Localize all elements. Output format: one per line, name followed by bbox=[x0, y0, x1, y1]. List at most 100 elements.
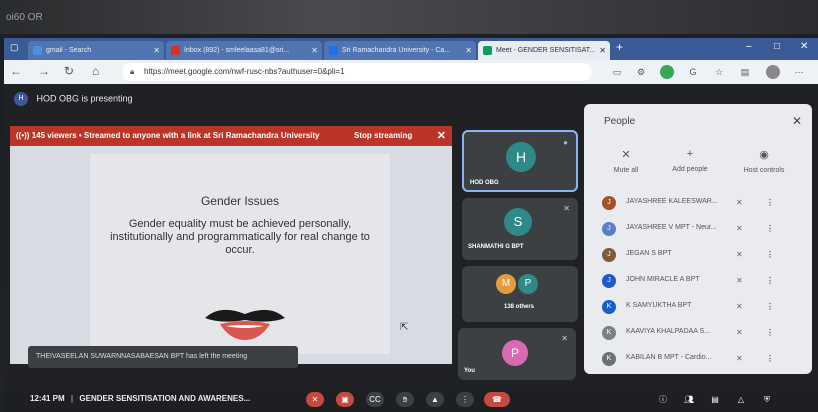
captions-button[interactable]: CC bbox=[366, 392, 384, 407]
close-panel-icon[interactable]: ✕ bbox=[792, 114, 802, 128]
activities-icon[interactable]: △ bbox=[732, 392, 750, 407]
mic-off-icon[interactable]: ✕ bbox=[736, 250, 743, 259]
tile-name: 138 others bbox=[504, 304, 535, 310]
tile-name: You bbox=[464, 368, 475, 374]
mic-off-icon: ✕ bbox=[563, 204, 570, 213]
mic-off-icon[interactable]: ✕ bbox=[736, 276, 743, 285]
forward-icon[interactable]: → bbox=[38, 64, 50, 78]
close-tab-icon[interactable]: ✕ bbox=[153, 41, 160, 60]
more-menu-icon[interactable]: ⋯ bbox=[792, 65, 806, 79]
list-item[interactable]: K KABILAN B MPT - Cardio... ✕ ⋮ bbox=[600, 348, 800, 372]
tab-gmail-search[interactable]: gmail - Search ✕ bbox=[28, 41, 164, 60]
add-people-label: Add people bbox=[672, 166, 708, 173]
lock-icon[interactable]: ⛨ bbox=[758, 392, 776, 407]
presenting-text: HOD OBG is presenting bbox=[36, 93, 133, 104]
minimize-button[interactable]: – bbox=[746, 41, 752, 52]
people-icon[interactable]: 👥︎ bbox=[680, 392, 698, 407]
tab-actions-icon[interactable]: ▢ bbox=[10, 42, 19, 53]
close-tab-icon[interactable]: ✕ bbox=[599, 41, 606, 60]
back-icon[interactable]: ← bbox=[10, 64, 22, 78]
mouse-cursor-icon: ⇱ bbox=[400, 322, 409, 333]
maximize-button[interactable]: □ bbox=[774, 41, 780, 52]
close-tab-icon[interactable]: ✕ bbox=[311, 41, 318, 60]
add-people-button[interactable]: + Add people bbox=[660, 148, 720, 173]
presenter-avatar: H bbox=[14, 92, 28, 106]
more-options-icon[interactable]: ⋮ bbox=[766, 224, 774, 233]
avatar: P bbox=[502, 340, 528, 366]
host-controls-button[interactable]: ◉ Host controls bbox=[734, 148, 794, 174]
mute-all-button[interactable]: ✕ Mute all bbox=[596, 148, 656, 174]
mic-toggle-button[interactable]: ✕ bbox=[306, 392, 324, 407]
bottom-control-bar: 12:41 PM | GENDER SENSITISATION AND AWAR… bbox=[4, 386, 818, 412]
participant-name: JOHN MIRACLE A BPT bbox=[626, 276, 700, 283]
list-item[interactable]: J JAYASHREE V MPT - Neur... ✕ ⋮ bbox=[600, 218, 800, 242]
more-options-icon[interactable]: ⋮ bbox=[766, 250, 774, 259]
list-item[interactable]: K KAAVIYA KHALPADAA S... ✕ ⋮ bbox=[600, 322, 800, 346]
mic-off-icon: ✕ bbox=[621, 149, 631, 161]
stop-streaming-button[interactable]: Stop streaming bbox=[354, 126, 412, 146]
list-item[interactable]: K K SAMYUKTHA BPT ✕ ⋮ bbox=[600, 296, 800, 320]
participant-tile-shanmathi[interactable]: ✕ S SHANMATHI G BPT bbox=[462, 198, 578, 260]
mic-off-icon[interactable]: ✕ bbox=[736, 302, 743, 311]
close-tab-icon[interactable]: ✕ bbox=[465, 41, 472, 60]
more-options-icon[interactable]: ⋮ bbox=[766, 354, 774, 363]
new-tab-button[interactable]: + bbox=[616, 40, 623, 54]
camera-toggle-button[interactable]: ▣ bbox=[336, 392, 354, 407]
chat-icon[interactable]: ▤ bbox=[706, 392, 724, 407]
extension-icon[interactable]: ⚙ bbox=[634, 65, 648, 79]
mic-off-icon[interactable]: ✕ bbox=[736, 328, 743, 337]
tab-inbox[interactable]: Inbox (892) - smleelaasa81@sri... ✕ bbox=[166, 41, 322, 60]
avatar: H bbox=[506, 142, 536, 172]
favorites-icon[interactable]: ☆ bbox=[712, 65, 726, 79]
close-banner-icon[interactable]: ✕ bbox=[437, 126, 446, 146]
mic-off-icon[interactable]: ✕ bbox=[736, 354, 743, 363]
mute-all-label: Mute all bbox=[613, 167, 639, 174]
participant-tile-you[interactable]: ✕ P You bbox=[458, 328, 576, 380]
reader-icon[interactable]: ▭ bbox=[610, 65, 624, 79]
more-options-icon[interactable]: ⋮ bbox=[766, 198, 774, 207]
live-icon: ((•)) bbox=[16, 131, 30, 140]
presentation-slide: Gender Issues Gender equality must be ac… bbox=[10, 146, 452, 364]
tab-label: Inbox (892) - smleelaasa81@sri... bbox=[184, 47, 290, 54]
leave-call-button[interactable]: ☎ bbox=[484, 392, 510, 407]
participant-tile-others[interactable]: M P 138 others bbox=[462, 266, 578, 322]
lock-icon: 🔒︎ bbox=[130, 67, 135, 76]
participant-tile-hod-obg[interactable]: ● H HOD OBG bbox=[462, 130, 578, 192]
meet-favicon-icon bbox=[483, 46, 492, 55]
more-options-icon[interactable]: ⋮ bbox=[766, 302, 774, 311]
close-window-button[interactable]: ✕ bbox=[800, 41, 808, 52]
mustache-lips-illustration bbox=[205, 309, 285, 340]
info-icon[interactable]: ⓘ bbox=[654, 392, 672, 407]
tab-label: Meet - GENDER SENSITISAT... bbox=[496, 47, 596, 54]
participant-name: KAAVIYA KHALPADAA S... bbox=[626, 328, 711, 335]
extension-green-icon[interactable] bbox=[660, 65, 674, 79]
home-icon[interactable]: ⌂ bbox=[92, 64, 99, 78]
screen: oi60 OR ▢ gmail - Search ✕ Inbox (892) -… bbox=[0, 0, 818, 412]
url-bar[interactable]: 🔒︎ https://meet.google.com/nwf-rusc-nbs?… bbox=[122, 63, 592, 81]
tab-label: Sri Ramachandra University - Ca... bbox=[342, 47, 451, 54]
present-button[interactable]: ▲ bbox=[426, 392, 444, 407]
raise-hand-button[interactable]: ✋︎ bbox=[396, 392, 414, 407]
collections-icon[interactable]: ▤ bbox=[738, 65, 752, 79]
more-options-icon[interactable]: ⋮ bbox=[766, 328, 774, 337]
tab-meet[interactable]: Meet - GENDER SENSITISAT... ✕ bbox=[478, 41, 610, 60]
tile-name: SHANMATHI G BPT bbox=[468, 244, 524, 250]
meet-window: H HOD OBG is presenting ((•)) 145 viewer… bbox=[4, 84, 818, 412]
list-item[interactable]: J JAYASHREE KALEESWAR... ✕ ⋮ bbox=[600, 192, 800, 216]
tab-label: gmail - Search bbox=[46, 47, 92, 54]
list-item[interactable]: J JOHN MIRACLE A BPT ✕ ⋮ bbox=[600, 270, 800, 294]
avatar: J bbox=[602, 248, 616, 262]
reload-icon[interactable]: ↻ bbox=[64, 64, 74, 78]
list-item[interactable]: J JEGAN S BPT ✕ ⋮ bbox=[600, 244, 800, 268]
tab-sri-ramachandra[interactable]: Sri Ramachandra University - Ca... ✕ bbox=[324, 41, 476, 60]
browser-tabbar: ▢ gmail - Search ✕ Inbox (892) - smleela… bbox=[4, 38, 818, 60]
mic-off-icon[interactable]: ✕ bbox=[736, 224, 743, 233]
mic-off-icon[interactable]: ✕ bbox=[736, 198, 743, 207]
slide-title: Gender Issues bbox=[200, 194, 280, 208]
url-text: https://meet.google.com/nwf-rusc-nbs?aut… bbox=[144, 67, 345, 76]
university-favicon-icon bbox=[329, 46, 338, 55]
profile-avatar[interactable] bbox=[766, 65, 780, 79]
more-options-button[interactable]: ⋮ bbox=[456, 392, 474, 407]
extension-icon[interactable]: G bbox=[686, 65, 700, 79]
more-options-icon[interactable]: ⋮ bbox=[766, 276, 774, 285]
